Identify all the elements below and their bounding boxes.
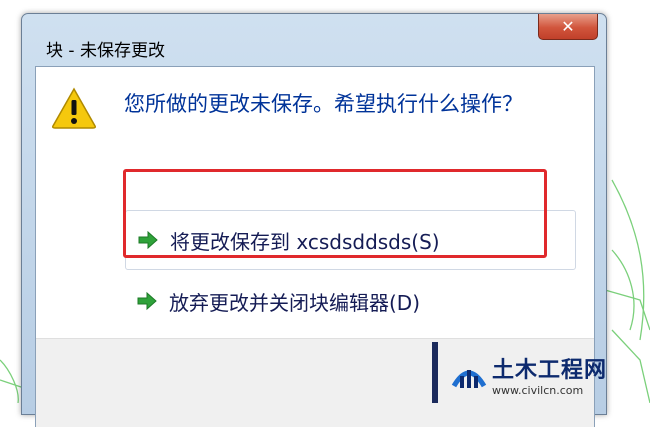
civil-engineering-logo-icon	[451, 370, 487, 388]
save-changes-option[interactable]: 将更改保存到 xcsdsddsds(S)	[125, 210, 576, 270]
close-icon: ✕	[561, 17, 575, 36]
window-title: 块 - 未保存更改	[46, 41, 165, 61]
dialog-question: 您所做的更改未保存。希望执行什么操作？	[124, 92, 523, 116]
green-arrow-icon	[137, 291, 157, 311]
close-button[interactable]: ✕	[538, 14, 598, 40]
title-bar[interactable]: 块 - 未保存更改 ✕	[22, 14, 606, 66]
site-watermark: 土木工程网 www.civilcn.com	[432, 342, 650, 403]
watermark-bar	[432, 342, 438, 403]
warning-icon	[52, 87, 96, 129]
green-arrow-icon	[138, 230, 158, 250]
watermark-title: 土木工程网	[492, 358, 608, 383]
watermark-url: www.civilcn.com	[492, 384, 584, 397]
save-changes-label: 将更改保存到 xcsdsddsds(S)	[170, 229, 440, 254]
discard-changes-label: 放弃更改并关闭块编辑器(D)	[169, 290, 421, 315]
discard-changes-option[interactable]: 放弃更改并关闭块编辑器(D)	[135, 277, 575, 325]
